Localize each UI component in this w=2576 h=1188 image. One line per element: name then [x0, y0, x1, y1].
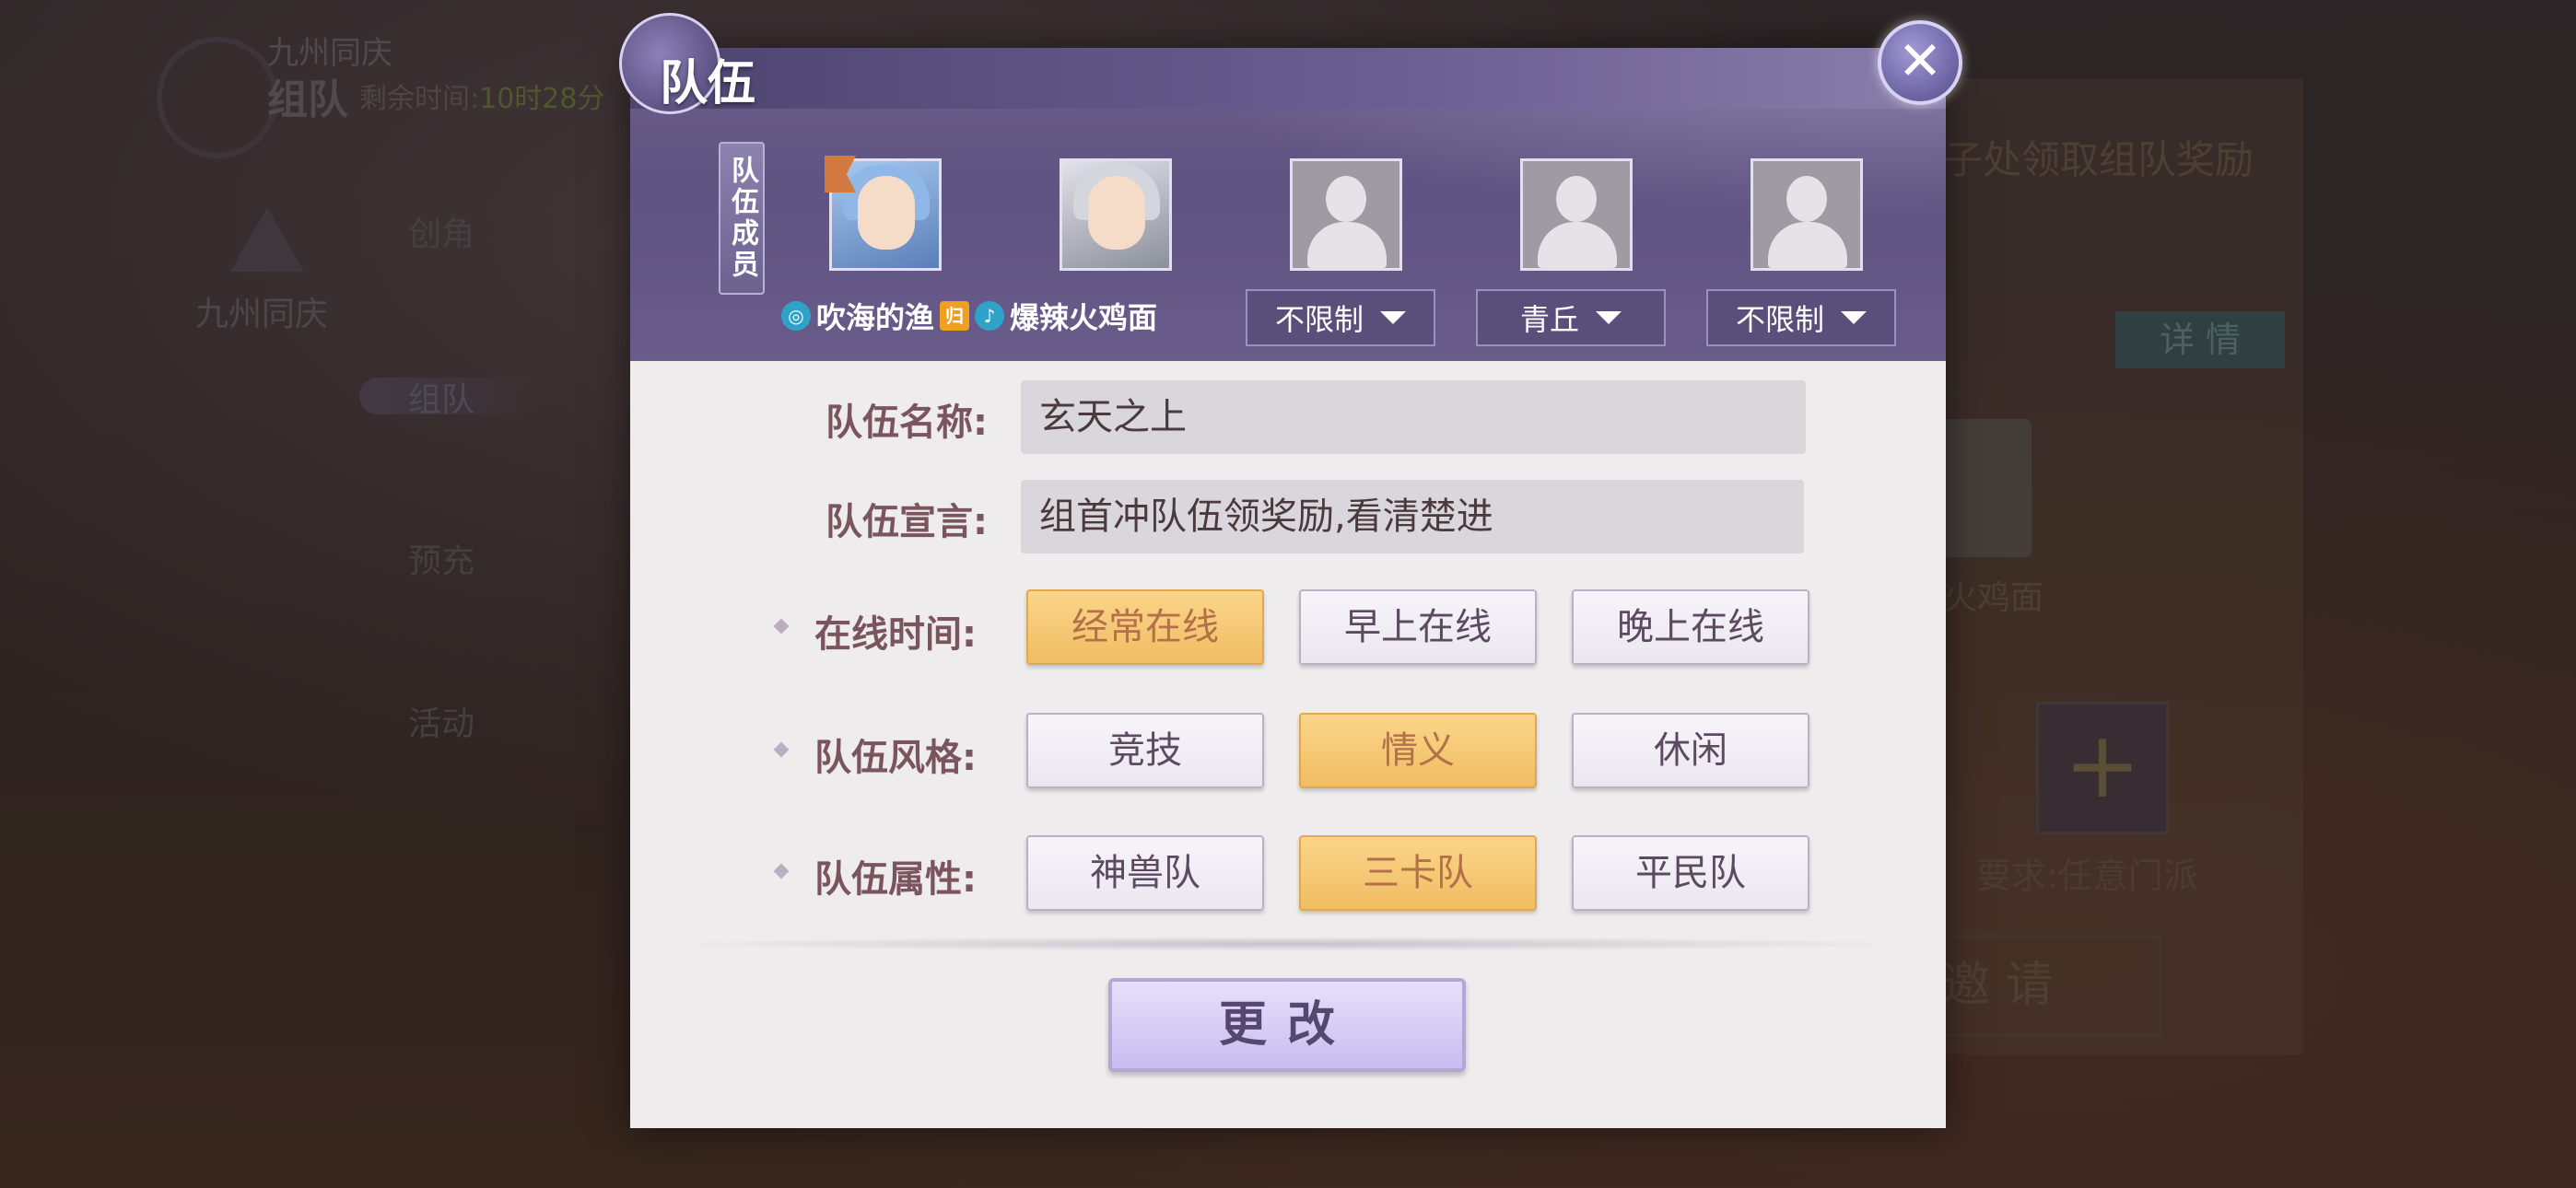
empty-head-icon: [1786, 176, 1827, 222]
online-time-label: 在线时间:: [814, 613, 977, 656]
member-slot-2[interactable]: [1060, 158, 1172, 271]
change-button[interactable]: 更改: [1108, 978, 1466, 1072]
team-style-option-competitive[interactable]: 竞技: [1026, 713, 1264, 788]
team-attribute-option-free[interactable]: 平民队: [1572, 835, 1809, 911]
empty-body-icon: [1307, 222, 1387, 268]
bullet-diamond-icon: [773, 863, 790, 879]
team-style-label: 队伍风格:: [814, 737, 977, 779]
divider: [658, 937, 1918, 951]
team-attribute-label: 队伍属性:: [814, 858, 977, 901]
empty-body-icon: [1768, 222, 1847, 268]
dropdown-value: 不限制: [1274, 302, 1364, 337]
team-declaration-label: 队伍宣言:: [825, 501, 988, 543]
member-slot-5-empty[interactable]: [1751, 158, 1863, 271]
chevron-down-icon: [1841, 311, 1867, 324]
members-tag: 队伍成员: [719, 142, 765, 295]
member-slot-4-empty[interactable]: [1520, 158, 1633, 271]
slot-5-filter-dropdown[interactable]: 不限制: [1706, 289, 1896, 346]
chevron-down-icon: [1596, 311, 1622, 324]
member-2-name: 爆辣火鸡面: [1010, 300, 1158, 335]
team-attribute-option-three-card[interactable]: 三卡队: [1299, 835, 1537, 911]
title-band: [630, 48, 1946, 109]
team-name-label: 队伍名称:: [825, 402, 988, 444]
school-badge-icon: ♪: [975, 301, 1005, 331]
team-members-header: 队伍 ✕ 队伍成员 ◎ 吹海的渔 归 ♪ 爆辣火鸡面 不限制 青丘 不限制: [619, 13, 1962, 361]
empty-body-icon: [1538, 222, 1617, 268]
dropdown-value: 青丘: [1519, 302, 1579, 337]
team-dialog: 队伍 ✕ 队伍成员 ◎ 吹海的渔 归 ♪ 爆辣火鸡面 不限制 青丘 不限制 队伍…: [619, 13, 1962, 1128]
bullet-diamond-icon: [773, 618, 790, 635]
team-style-option-loyalty[interactable]: 情义: [1299, 713, 1537, 788]
online-time-option-frequent[interactable]: 经常在线: [1026, 589, 1264, 665]
member-1-name: 吹海的渔: [816, 300, 935, 335]
empty-head-icon: [1326, 176, 1366, 222]
dropdown-value: 不限制: [1735, 302, 1824, 337]
team-declaration-input[interactable]: 组首冲队伍领奖励,看清楚进: [1021, 480, 1804, 553]
online-time-option-evening[interactable]: 晚上在线: [1572, 589, 1809, 665]
team-style-option-casual[interactable]: 休闲: [1572, 713, 1809, 788]
avatar-face: [1088, 176, 1145, 250]
slot-3-filter-dropdown[interactable]: 不限制: [1246, 289, 1435, 346]
empty-head-icon: [1556, 176, 1597, 222]
member-slot-1[interactable]: [825, 156, 942, 271]
team-name-input[interactable]: 玄天之上: [1021, 380, 1806, 454]
member-1-tag: 归: [940, 301, 970, 331]
bullet-diamond-icon: [773, 741, 790, 758]
leader-flag-icon: [825, 156, 856, 192]
close-icon: ✕: [1897, 29, 1943, 92]
chevron-down-icon: [1380, 311, 1406, 324]
member-names: ◎ 吹海的渔 归 ♪ 爆辣火鸡面: [781, 295, 1157, 337]
team-attribute-option-beast[interactable]: 神兽队: [1026, 835, 1264, 911]
dialog-title: 队伍: [660, 56, 756, 111]
avatar-face: [858, 176, 915, 250]
school-badge-icon: ◎: [781, 301, 811, 331]
online-time-option-morning[interactable]: 早上在线: [1299, 589, 1537, 665]
close-button[interactable]: ✕: [1878, 20, 1962, 105]
member-slot-3-empty[interactable]: [1290, 158, 1402, 271]
slot-4-filter-dropdown[interactable]: 青丘: [1476, 289, 1666, 346]
